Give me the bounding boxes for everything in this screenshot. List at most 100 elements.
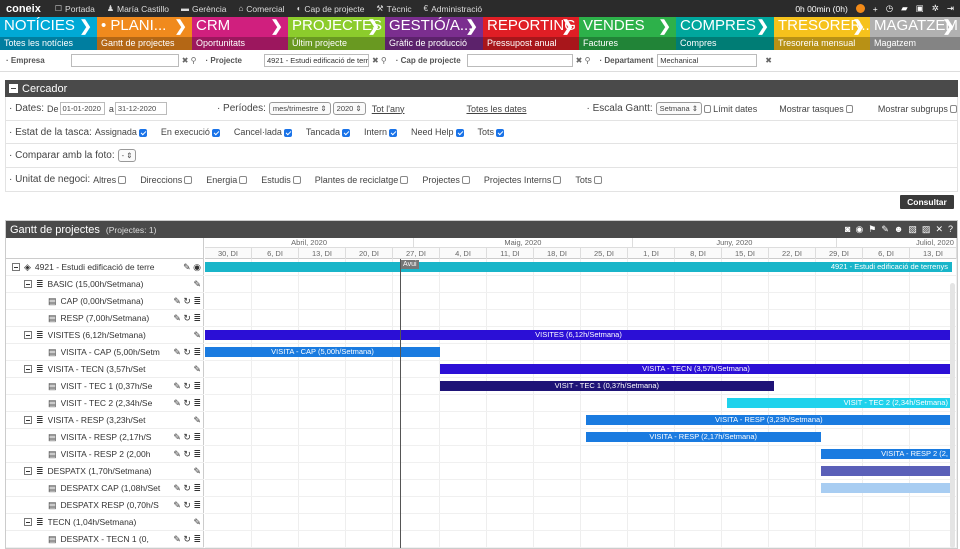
timer-dot-icon[interactable] xyxy=(855,4,865,13)
tot-any-link[interactable]: Tot l'any xyxy=(372,104,405,114)
unitat-checkbox[interactable] xyxy=(461,176,470,185)
clock-icon[interactable]: ◷ xyxy=(886,3,893,14)
estat-checkbox[interactable] xyxy=(341,128,350,137)
module-subtitle[interactable]: Gantt de projectes xyxy=(97,37,192,50)
gantt-bar[interactable] xyxy=(820,483,952,493)
collapse-toggle-icon[interactable] xyxy=(24,365,32,373)
fullscreen-icon[interactable]: ✕ xyxy=(935,224,943,235)
settings-icon[interactable]: ✲ xyxy=(932,3,939,14)
row-actions-icon[interactable]: ✎ ↻ ≣ xyxy=(173,381,204,392)
users-icon[interactable]: ☻ xyxy=(894,224,903,235)
clear-departament-icon[interactable]: ✖ xyxy=(765,56,772,65)
row-actions-icon[interactable]: ✎ xyxy=(193,415,204,426)
collapse-toggle-icon[interactable] xyxy=(24,280,32,288)
row-actions-icon[interactable]: ✎ ↻ ≣ xyxy=(173,296,204,307)
collapse-toggle-icon[interactable] xyxy=(12,263,20,271)
clear-cap-icon[interactable]: ✖ ⚲ xyxy=(576,56,591,65)
app-logo[interactable]: coneix xyxy=(0,3,49,15)
tree-row[interactable]: ≣ VISITA - TECN (3,57h/Set ✎ xyxy=(6,361,204,378)
top-link-ger-ncia[interactable]: ▬ Gerència xyxy=(175,4,233,14)
gantt-bar[interactable]: VISIT - TEC 1 (0,37h/Setmana) xyxy=(440,381,774,391)
tree-row[interactable]: ▤ DESPATX - TECN 1 (0, ✎ ↻ ≣ xyxy=(6,531,204,548)
tree-row[interactable]: ≣ DESPATX (1,70h/Setmana) ✎ xyxy=(6,463,204,480)
row-actions-icon[interactable]: ✎ ↻ ≣ xyxy=(173,313,204,324)
tree-row[interactable]: ▤ VISIT - TEC 2 (2,34h/Se ✎ ↻ ≣ xyxy=(6,395,204,412)
unitat-checkbox[interactable] xyxy=(400,176,409,185)
unitat-checkbox[interactable] xyxy=(239,176,248,185)
empresa-input[interactable] xyxy=(70,54,179,67)
module-9[interactable]: TRESORER... ❯ Tresoreria mensual xyxy=(774,17,870,50)
tree-row[interactable]: ≣ TECN (1,04h/Setmana) ✎ xyxy=(6,514,204,531)
top-link-administraci-[interactable]: € Administració xyxy=(418,4,488,14)
top-link-comercial[interactable]: ⌂ Comercial xyxy=(232,4,290,14)
estat-checkbox[interactable] xyxy=(283,128,292,137)
tree-row[interactable]: ≣ VISITA - RESP (3,23h/Set ✎ xyxy=(6,412,204,429)
row-actions-icon[interactable]: ✎ ↻ ≣ xyxy=(173,483,204,494)
collapse-toggle-icon[interactable] xyxy=(24,331,32,339)
tree-row[interactable]: ◈ 4921 - Estudi edificació de terre ✎ ◉ xyxy=(6,259,204,276)
pencil-icon[interactable]: ✎ xyxy=(881,224,889,235)
gantt-bar[interactable] xyxy=(820,466,952,476)
save-icon[interactable]: ▣ xyxy=(916,3,924,14)
module-3[interactable]: CRM ❯ Oportunitats xyxy=(192,17,288,50)
module-subtitle[interactable]: Últim projecte xyxy=(288,37,385,50)
row-actions-icon[interactable]: ✎ xyxy=(193,279,204,290)
module-subtitle[interactable]: Tresoreria mensual xyxy=(774,37,870,50)
totes-dates-link[interactable]: Totes les dates xyxy=(466,104,526,114)
tree-row[interactable]: ≣ BASIC (15,00h/Setmana) ✎ xyxy=(6,276,204,293)
top-link-t-cnic[interactable]: ⚒ Tècnic xyxy=(370,4,417,14)
unitat-checkbox[interactable] xyxy=(553,176,562,185)
help-icon[interactable]: ? xyxy=(948,224,953,235)
module-2[interactable]: • PLANI... ❯ Gantt de projectes xyxy=(97,17,192,50)
logout-icon[interactable]: ⇥ xyxy=(947,3,954,14)
cap-input[interactable] xyxy=(466,54,573,67)
estat-checkbox[interactable] xyxy=(388,128,397,137)
departament-input[interactable]: Mechanical xyxy=(657,54,758,67)
tree-row[interactable]: ▤ RESP (7,00h/Setmana) ✎ ↻ ≣ xyxy=(6,310,204,327)
tree-row[interactable]: ▤ DESPATX CAP (1,08h/Set ✎ ↻ ≣ xyxy=(6,480,204,497)
escala-select[interactable]: Setmana ⇕ xyxy=(655,102,703,115)
folder-icon[interactable]: ▰ xyxy=(901,3,908,14)
row-actions-icon[interactable]: ✎ xyxy=(193,517,204,528)
unitat-checkbox[interactable] xyxy=(292,176,301,185)
clear-projecte-icon[interactable]: ✖ ⚲ xyxy=(372,56,387,65)
unitat-checkbox[interactable] xyxy=(184,176,193,185)
module-1[interactable]: NOTÍCIES ❯ Totes les notícies xyxy=(0,17,97,50)
top-link-mar-a-castillo[interactable]: ♟ María Castillo xyxy=(101,4,175,14)
date-from-input[interactable]: 01-01-2020 xyxy=(59,102,105,115)
row-actions-icon[interactable]: ✎ ↻ ≣ xyxy=(173,347,204,358)
collapse-toggle-icon[interactable] xyxy=(24,467,32,475)
gantt-bar[interactable]: VISIT - TEC 2 (2,34h/Setmana) xyxy=(726,398,952,408)
estat-checkbox[interactable] xyxy=(496,128,505,137)
gantt-bar[interactable]: VISITA - RESP (2,17h/Setmana) xyxy=(585,432,821,442)
tree-row[interactable]: ▤ CAP (0,00h/Setmana) ✎ ↻ ≣ xyxy=(6,293,204,310)
estat-checkbox[interactable] xyxy=(455,128,464,137)
limit-dates-checkbox[interactable] xyxy=(704,104,712,113)
date-to-input[interactable]: 31-12-2020 xyxy=(114,102,167,115)
row-actions-icon[interactable]: ✎ ◉ xyxy=(183,262,204,273)
periode-select[interactable]: mes/trimestre ⇕ xyxy=(268,102,331,115)
flag-icon[interactable]: ⚑ xyxy=(868,224,876,235)
row-actions-icon[interactable]: ✎ ↻ ≣ xyxy=(173,449,204,460)
gantt-bar[interactable]: VISITA - RESP 2 (2, xyxy=(820,449,952,459)
eye-icon[interactable]: ◉ xyxy=(855,224,863,235)
gantt-bar[interactable]: 4921 - Estudi edificació de terrenys xyxy=(205,262,952,272)
estat-checkbox[interactable] xyxy=(138,128,147,137)
module-subtitle[interactable]: Factures xyxy=(579,37,676,50)
clear-empresa-icon[interactable]: ✖ ⚲ xyxy=(182,56,197,65)
module-subtitle[interactable]: Magatzem xyxy=(870,37,960,50)
module-7[interactable]: VENDES ❯ Factures xyxy=(579,17,676,50)
projecte-input[interactable]: 4921 - Estudi edificació de terre xyxy=(263,54,369,67)
module-10[interactable]: MAGATZEM ❯ Magatzem xyxy=(870,17,960,50)
row-actions-icon[interactable]: ✎ xyxy=(193,466,204,477)
mostrar-tasques-checkbox[interactable] xyxy=(845,104,853,113)
tree-row[interactable]: ▤ DESPATX RESP (0,70h/S ✎ ↻ ≣ xyxy=(6,497,204,514)
tree-row[interactable]: ▤ VISIT - TEC 1 (0,37h/Se ✎ ↻ ≣ xyxy=(6,378,204,395)
consultar-button[interactable]: Consultar xyxy=(900,195,954,209)
vertical-scrollbar[interactable] xyxy=(950,283,955,548)
module-4[interactable]: PROJECTES ❯ Últim projecte xyxy=(288,17,385,50)
gantt-bar[interactable]: VISITES (6,12h/Setmana) xyxy=(205,330,952,340)
collapse-icon[interactable] xyxy=(9,84,18,93)
gantt-bar[interactable]: VISITA - RESP (3,23h/Setmana) xyxy=(585,415,952,425)
gantt-bar[interactable]: VISITA - TECN (3,57h/Setmana) xyxy=(440,364,952,374)
